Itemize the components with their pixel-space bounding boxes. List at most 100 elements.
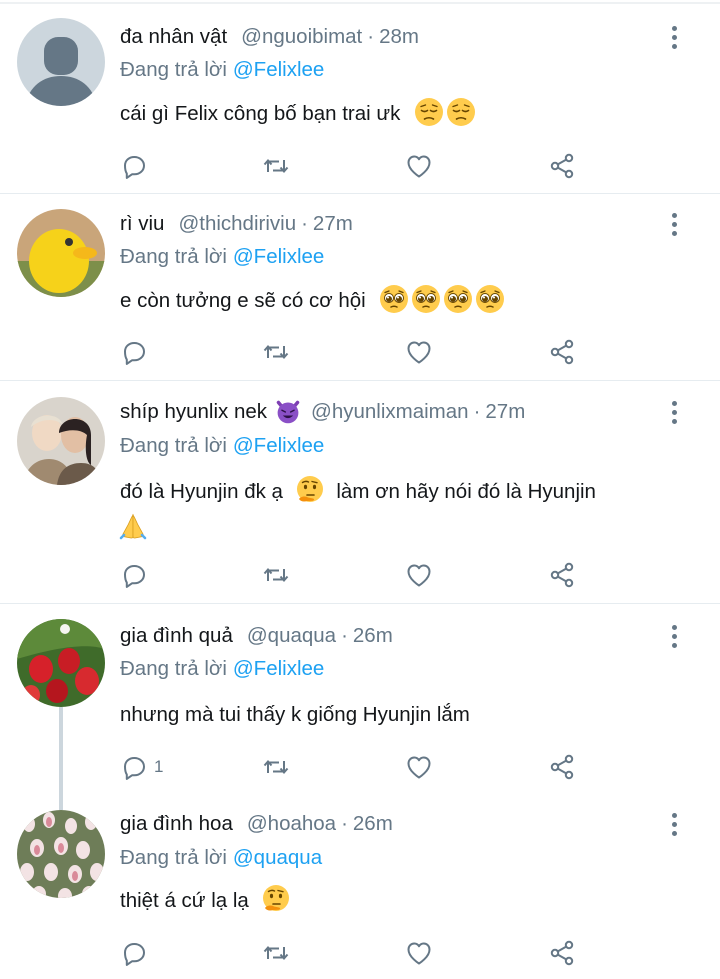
username[interactable]: @quaqua <box>247 624 336 648</box>
heart-icon <box>405 753 433 781</box>
pleading-face-icon <box>475 284 505 314</box>
replying-to-label: Đang trả lời <box>120 657 227 680</box>
share-button[interactable] <box>548 337 576 367</box>
reply-button[interactable] <box>120 337 154 367</box>
reply-count: 1 <box>154 757 164 776</box>
heart-icon <box>405 561 433 589</box>
tweet-body: nhưng mà tui thấy k giống Hyunjin lắm <box>120 703 470 726</box>
reply-icon <box>120 939 148 967</box>
mention-link[interactable]: @Felixlee <box>233 58 324 82</box>
retweet-icon <box>262 338 290 366</box>
avatar-strawberries[interactable] <box>17 619 105 707</box>
share-button[interactable] <box>548 752 576 782</box>
retweet-button[interactable] <box>262 560 290 590</box>
more-options-icon[interactable] <box>664 809 684 839</box>
avatar-tulips[interactable] <box>17 810 105 898</box>
display-name[interactable]: rì viu <box>120 212 164 236</box>
mention-link[interactable]: @Felixlee <box>233 245 324 269</box>
separator-dot: · <box>341 812 348 835</box>
share-button[interactable] <box>548 938 576 968</box>
avatar-photo-couple[interactable] <box>17 397 105 485</box>
timestamp[interactable]: 27m <box>313 212 353 236</box>
retweet-button[interactable] <box>262 752 290 782</box>
display-name[interactable]: gia đình quả <box>120 624 233 648</box>
heart-icon <box>405 338 433 366</box>
display-name[interactable]: đa nhân vật <box>120 25 227 49</box>
tweet-text: cái gì Felix công bố bạn trai ưk <box>120 97 680 131</box>
replying-to: Đang trả lời @quaqua <box>120 843 322 873</box>
replying-to: Đang trả lời @Felixlee <box>120 431 324 461</box>
like-button[interactable] <box>405 337 433 367</box>
reply-icon <box>120 753 148 781</box>
heart-icon <box>405 939 433 967</box>
avatar-default[interactable] <box>17 18 105 106</box>
like-button[interactable] <box>405 938 433 968</box>
tweet-body: thiệt á cứ lạ lạ <box>120 889 249 912</box>
reply-icon <box>120 152 148 180</box>
reply-icon <box>120 561 148 589</box>
tweet-body-part-2: làm ơn hãy nói đó là Hyunjin <box>336 480 596 503</box>
separator-dot: · <box>301 212 308 235</box>
divider <box>0 380 720 381</box>
display-name[interactable]: gia đình hoa <box>120 812 233 836</box>
share-icon <box>548 152 576 180</box>
divider <box>0 603 720 604</box>
replying-to: Đang trả lời @Felixlee <box>120 242 324 272</box>
timestamp[interactable]: 26m <box>353 812 393 836</box>
more-options-icon[interactable] <box>664 209 684 239</box>
mention-link[interactable]: @Felixlee <box>233 434 324 458</box>
separator-dot: · <box>341 624 348 647</box>
pensive-face-icon <box>446 97 476 127</box>
reply-button[interactable] <box>120 151 154 181</box>
reply-button[interactable]: 1 <box>120 752 163 782</box>
separator-dot: · <box>473 400 481 423</box>
more-options-icon[interactable] <box>664 22 684 52</box>
replying-to-label: Đang trả lời <box>120 245 227 268</box>
timestamp[interactable]: 26m <box>353 624 393 648</box>
more-options-icon[interactable] <box>664 397 684 427</box>
share-icon <box>548 338 576 366</box>
replying-to-label: Đang trả lời <box>120 434 227 457</box>
tweet-text: e còn tưởng e sẽ có cơ hội <box>120 284 680 318</box>
username[interactable]: @thichdiriviu <box>178 212 296 236</box>
avatar-duck[interactable] <box>17 209 105 297</box>
reply-button[interactable] <box>120 938 154 968</box>
username[interactable]: @hoahoa <box>247 812 336 836</box>
like-button[interactable] <box>405 151 433 181</box>
like-button[interactable] <box>405 560 433 590</box>
thread-connector <box>59 707 63 810</box>
retweet-button[interactable] <box>262 151 290 181</box>
share-button[interactable] <box>548 560 576 590</box>
reply-button[interactable] <box>120 560 154 590</box>
retweet-icon <box>262 152 290 180</box>
separator-dot: · <box>367 25 375 48</box>
timestamp[interactable]: 27m <box>485 400 525 424</box>
replying-to: Đang trả lời @Felixlee <box>120 55 324 85</box>
tweet-body: e còn tưởng e sẽ có cơ hội <box>120 289 366 312</box>
username[interactable]: @hyunlixmaiman <box>311 400 469 424</box>
pensive-face-icon <box>414 97 444 127</box>
replying-to: Đang trả lời @Felixlee <box>120 654 324 684</box>
smiling-face-with-horns-icon <box>275 399 301 425</box>
replying-to-label: Đang trả lời <box>120 58 227 81</box>
retweet-button[interactable] <box>262 938 290 968</box>
mention-link[interactable]: @Felixlee <box>233 657 324 681</box>
like-button[interactable] <box>405 752 433 782</box>
retweet-icon <box>262 939 290 967</box>
pleading-face-icon <box>443 284 473 314</box>
tweet-text: nhưng mà tui thấy k giống Hyunjin lắm <box>120 698 680 732</box>
retweet-icon <box>262 753 290 781</box>
share-icon <box>548 753 576 781</box>
timestamp[interactable]: 28m <box>379 25 419 49</box>
share-button[interactable] <box>548 151 576 181</box>
tweet-body-part-1: đó là Hyunjin đk ạ <box>120 480 283 503</box>
heart-icon <box>405 152 433 180</box>
tweet-text: thiệt á cứ lạ lạ <box>120 884 680 918</box>
display-name[interactable]: shíp hyunlix nek <box>120 400 267 424</box>
divider <box>0 193 720 194</box>
top-divider <box>0 2 720 4</box>
mention-link[interactable]: @quaqua <box>233 846 322 870</box>
username[interactable]: @nguoibimat <box>241 25 362 49</box>
more-options-icon[interactable] <box>664 621 684 651</box>
retweet-button[interactable] <box>262 337 290 367</box>
